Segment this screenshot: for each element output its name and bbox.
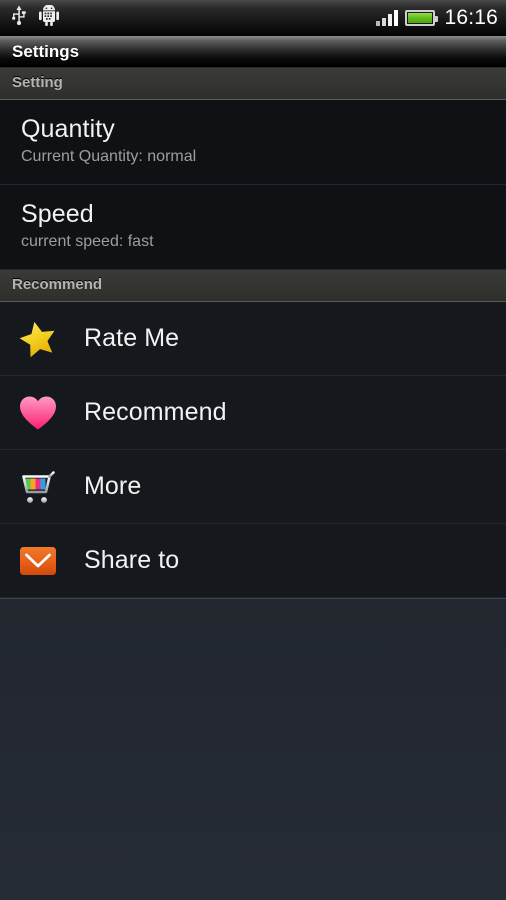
section-header-label: Recommend xyxy=(12,276,103,293)
envelope-icon xyxy=(14,538,62,584)
usb-icon xyxy=(10,5,28,30)
row-label: Recommend xyxy=(84,398,227,426)
row-label: Rate Me xyxy=(84,324,180,352)
row-label: More xyxy=(84,472,142,500)
heart-icon xyxy=(14,390,62,436)
row-subtitle: Current Quantity: normal xyxy=(21,148,197,165)
settings-list: Setting Quantity Current Quantity: norma… xyxy=(0,68,506,599)
section-header-setting: Setting xyxy=(0,68,506,100)
shopping-cart-icon xyxy=(14,464,62,510)
settings-row-quantity[interactable]: Quantity Current Quantity: normal xyxy=(0,100,506,185)
star-icon xyxy=(14,316,62,362)
settings-row-recommend[interactable]: Recommend xyxy=(0,376,506,450)
settings-row-more[interactable]: More xyxy=(0,450,506,524)
settings-row-speed[interactable]: Speed current speed: fast xyxy=(0,185,506,270)
row-subtitle: current speed: fast xyxy=(21,233,154,250)
status-bar: 16:16 xyxy=(0,0,506,36)
settings-row-share-to[interactable]: Share to xyxy=(0,524,506,598)
status-bar-clock: 16:16 xyxy=(444,5,498,29)
row-label: Share to xyxy=(84,546,180,574)
section-header-recommend: Recommend xyxy=(0,270,506,302)
android-debug-icon xyxy=(39,3,59,31)
android-settings-screen: 16:16 Settings Setting Quantity Current … xyxy=(0,0,506,900)
status-bar-left-icons xyxy=(10,3,59,31)
row-title: Quantity xyxy=(21,115,115,143)
list-bottom-divider xyxy=(0,598,506,599)
status-bar-right-icons: 16:16 xyxy=(376,7,498,29)
page-title: Settings xyxy=(12,41,80,61)
section-header-label: Setting xyxy=(12,74,63,91)
signal-strength-icon xyxy=(376,9,399,26)
row-title: Speed xyxy=(21,200,94,228)
app-title-bar: Settings xyxy=(0,36,506,68)
settings-row-rate-me[interactable]: Rate Me xyxy=(0,302,506,376)
battery-icon xyxy=(405,9,439,26)
